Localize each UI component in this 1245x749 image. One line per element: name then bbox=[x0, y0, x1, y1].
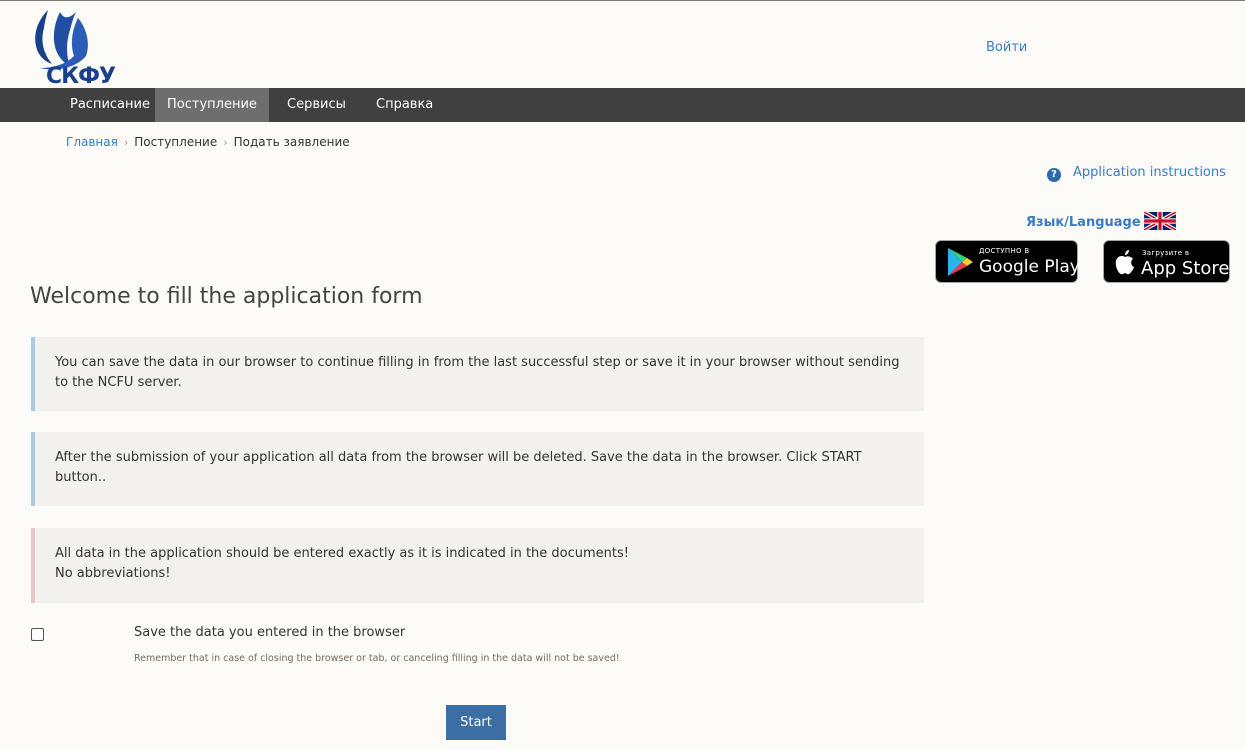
nav-item-help[interactable]: Справка bbox=[364, 88, 445, 122]
wing-logo-icon bbox=[35, 10, 88, 70]
save-data-label[interactable]: Save the data you entered in the browser bbox=[134, 625, 405, 640]
save-data-checkbox[interactable] bbox=[31, 628, 44, 641]
apple-icon bbox=[1115, 250, 1134, 275]
alert-submission-info: After the submission of your application… bbox=[31, 432, 924, 506]
breadcrumb-separator-icon: › bbox=[223, 136, 228, 149]
top-border bbox=[0, 0, 1245, 1]
alert-warning-line-2: No abbreviations! bbox=[55, 566, 171, 581]
app-store-small-text: Загрузите в bbox=[1142, 249, 1190, 257]
question-circle-icon: ? bbox=[1047, 168, 1061, 182]
app-store-badge[interactable]: Загрузите в App Store bbox=[1103, 240, 1230, 283]
google-play-badge[interactable]: ДОСТУПНО В Google Play bbox=[935, 240, 1080, 283]
ncfu-logo[interactable]: СКФУ bbox=[26, 8, 146, 89]
nav-item-services[interactable]: Сервисы bbox=[275, 88, 358, 122]
google-play-small-text: ДОСТУПНО В bbox=[979, 247, 1030, 255]
google-play-big-text: Google Play bbox=[979, 257, 1080, 277]
nav-item-admission[interactable]: Поступление bbox=[155, 88, 269, 122]
google-play-icon bbox=[948, 248, 973, 276]
logo-text: СКФУ bbox=[46, 64, 116, 89]
alert-submission-info-text: After the submission of your application… bbox=[55, 450, 862, 485]
login-link[interactable]: Войти bbox=[986, 40, 1027, 55]
start-button[interactable]: Start bbox=[446, 705, 506, 740]
language-label: Язык/Language bbox=[1026, 215, 1141, 230]
page-title: Welcome to fill the application form bbox=[30, 284, 423, 309]
alert-exact-data-warning: All data in the application should be en… bbox=[31, 528, 924, 603]
application-instructions-link[interactable]: ? Application instructions bbox=[1047, 165, 1226, 182]
alert-save-info-text: You can save the data in our browser to … bbox=[55, 355, 900, 390]
breadcrumb-current: Подать заявление bbox=[233, 135, 350, 149]
instructions-label: Application instructions bbox=[1073, 165, 1226, 180]
breadcrumb-admission[interactable]: Поступление bbox=[134, 135, 217, 149]
main-navbar: Расписание Поступление Сервисы Справка bbox=[0, 88, 1245, 122]
language-switch[interactable]: Язык/Language bbox=[1026, 210, 1177, 232]
save-data-help-text: Remember that in case of closing the bro… bbox=[134, 653, 620, 664]
alert-save-info: You can save the data in our browser to … bbox=[31, 337, 924, 411]
breadcrumb-separator-icon: › bbox=[123, 136, 129, 149]
app-store-big-text: App Store bbox=[1141, 258, 1230, 279]
alert-warning-line-1: All data in the application should be en… bbox=[55, 546, 629, 561]
uk-flag-icon bbox=[1142, 210, 1177, 232]
breadcrumb-home[interactable]: Главная bbox=[66, 135, 118, 149]
nav-item-schedule[interactable]: Расписание bbox=[58, 88, 162, 122]
breadcrumb: Главная › Поступление › Подать заявление bbox=[66, 135, 350, 149]
